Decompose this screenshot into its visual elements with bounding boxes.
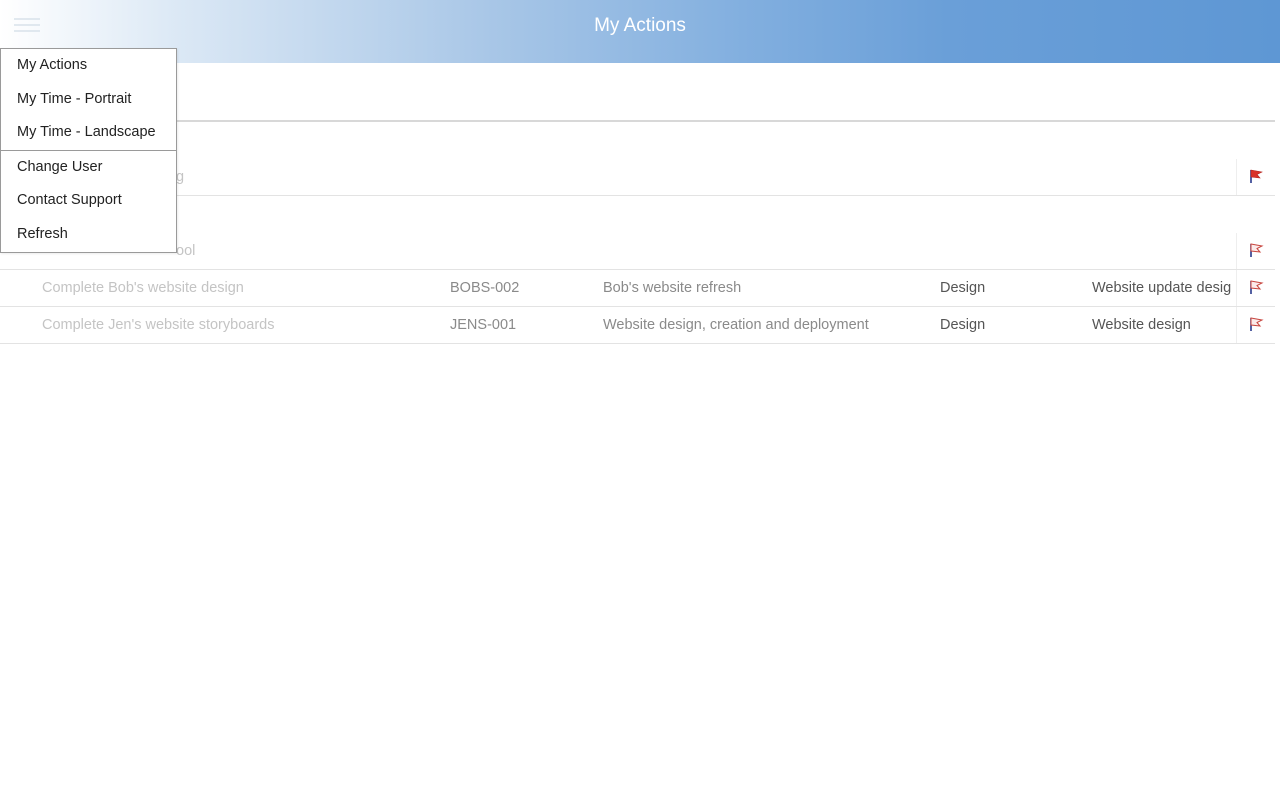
outline-flag-icon[interactable] [1236,233,1275,269]
group-header [0,196,1275,233]
outline-flag-icon[interactable] [1236,307,1275,343]
menu-item-refresh[interactable]: Refresh [1,218,176,252]
row-type: Design [940,280,986,296]
group-header [0,122,1275,159]
row-category: Website design [1092,317,1191,333]
table-row[interactable]: Complete Bob's website design BOBS-002 B… [0,270,1275,307]
menu-item-my-actions[interactable]: My Actions [1,49,176,83]
navigation-menu: My Actions My Time - Portrait My Time - … [0,48,177,253]
red-flag-icon[interactable] [1236,159,1275,195]
row-description: g [176,169,185,185]
row-type: Design [940,317,986,333]
menu-item-my-time-portrait[interactable]: My Time - Portrait [1,83,176,117]
page-title: My Actions [594,15,686,36]
table-row[interactable]: ool [0,233,1275,270]
menu-item-contact-support[interactable]: Contact Support [1,184,176,218]
row-category: Website update desig [1092,280,1232,296]
outline-flag-icon[interactable] [1236,270,1275,306]
table-row[interactable]: Complete Jen's website storyboards JENS-… [0,307,1275,344]
menu-item-my-time-landscape[interactable]: My Time - Landscape [1,116,176,150]
row-description: ool [176,243,196,259]
table-row[interactable]: g [0,159,1275,196]
toolbar-area [0,63,1275,122]
row-project: Website design, creation and deployment [603,317,869,333]
app-header: My Actions [0,0,1280,63]
row-code: BOBS-002 [450,280,520,296]
row-project: Bob's website refresh [603,280,742,296]
actions-list: g ool Complete Bob's website design BOBS… [0,122,1275,344]
row-description: Complete Jen's website storyboards [42,317,275,333]
row-description: Complete Bob's website design [42,280,244,296]
row-code: JENS-001 [450,317,517,333]
menu-item-change-user[interactable]: Change User [1,151,176,185]
